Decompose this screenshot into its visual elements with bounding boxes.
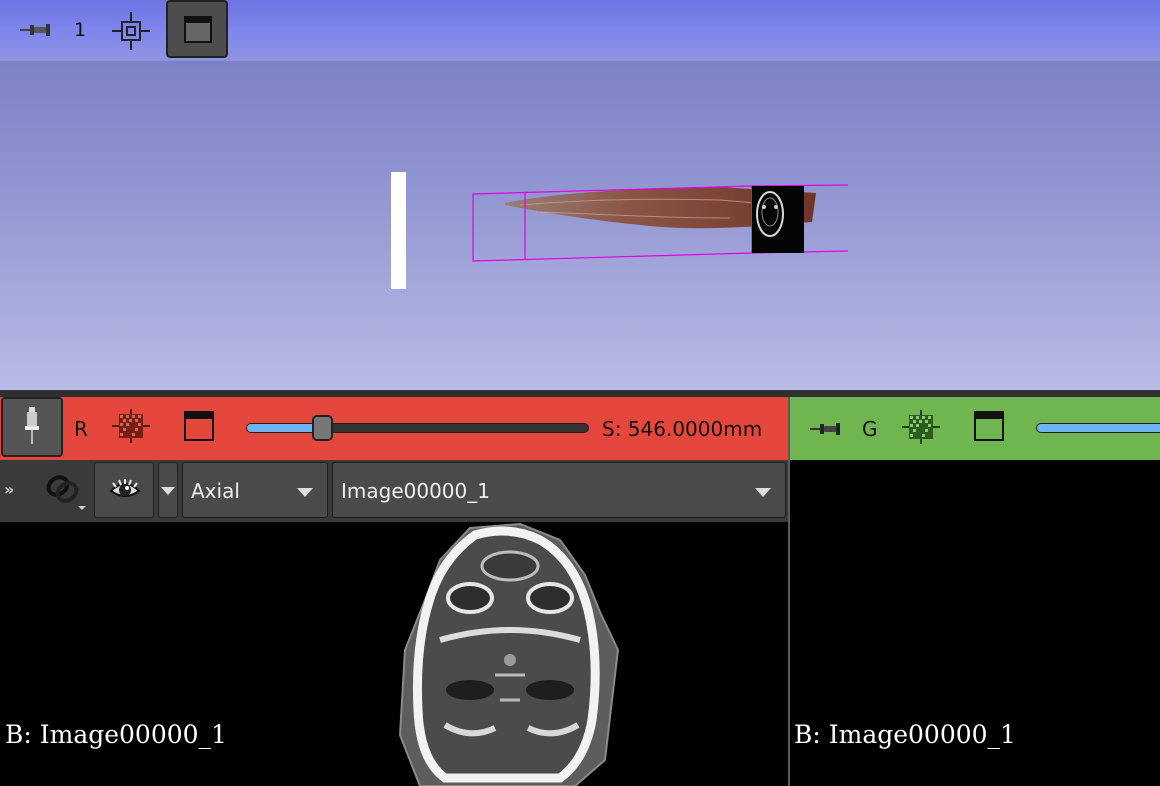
visibility-button[interactable]: [94, 462, 154, 518]
foreground-opacity-icon[interactable]: [902, 410, 940, 444]
background-volume-selector[interactable]: Image00000_1: [332, 462, 786, 518]
expand-chevron-icon[interactable]: »: [4, 480, 14, 499]
pin-icon[interactable]: [18, 18, 52, 42]
orientation-value: Axial: [191, 479, 240, 503]
background-volume-value: Image00000_1: [341, 479, 490, 503]
view-number: 1: [74, 19, 87, 41]
center-view-icon[interactable]: [112, 12, 150, 50]
3d-view-controller-bar: 1: [0, 0, 1160, 61]
orientation-selector[interactable]: Axial: [182, 462, 328, 518]
pin-icon[interactable]: [808, 418, 842, 440]
slice-offset-slider-fill: [247, 424, 322, 432]
visibility-dropdown[interactable]: [158, 462, 178, 518]
slice-plane-edge: [391, 172, 406, 289]
maximize-view-button[interactable]: [166, 0, 228, 58]
eye-icon: [109, 479, 141, 497]
window-icon: [184, 16, 212, 43]
3d-view[interactable]: 1: [0, 0, 1160, 390]
pin-icon: [25, 407, 39, 444]
slice-offset-value: S: 546.0000mm: [602, 417, 763, 441]
chevron-down-icon: [755, 488, 771, 497]
slice-offset-slider-handle[interactable]: [312, 415, 333, 441]
slice-offset-slider[interactable]: [1036, 423, 1160, 433]
foreground-opacity-icon[interactable]: [112, 409, 150, 443]
layout-divider: [0, 390, 1160, 397]
3d-scene[interactable]: [0, 60, 1160, 390]
chevron-down-icon: [297, 488, 313, 497]
maximize-view-icon[interactable]: [974, 411, 1004, 441]
pin-button[interactable]: [1, 397, 63, 457]
background-annotation: B: Image00000_1: [5, 720, 227, 749]
view-label: G: [862, 417, 878, 441]
link-views-button[interactable]: [40, 470, 90, 514]
maximize-view-icon[interactable]: [184, 411, 214, 441]
link-icon: [46, 475, 86, 510]
background-annotation: B: Image00000_1: [794, 720, 1016, 749]
view-label: R: [74, 417, 88, 441]
